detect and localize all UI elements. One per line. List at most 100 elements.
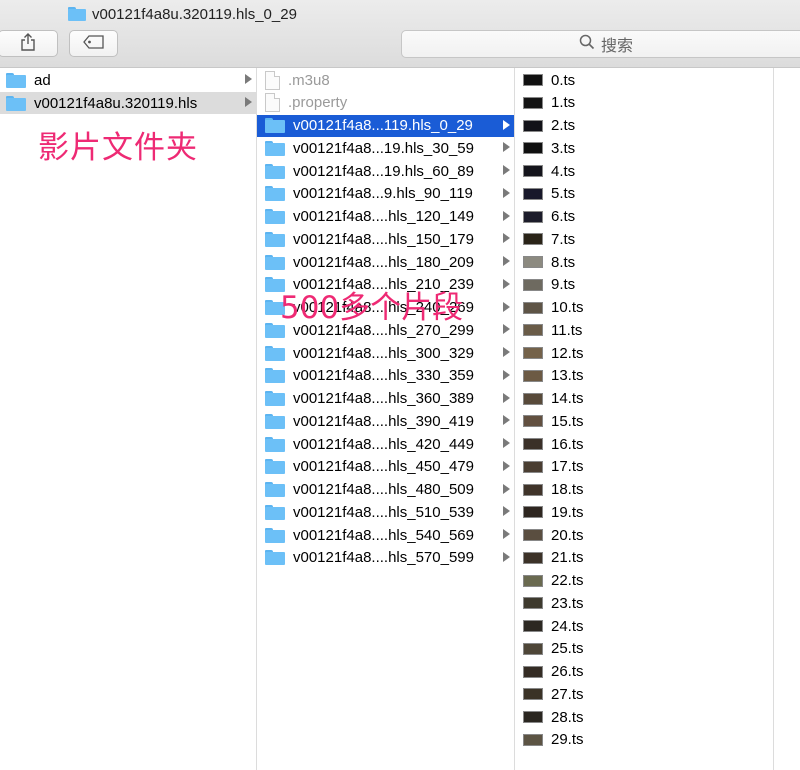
folder-row[interactable]: v00121f4a8....hls_360_389	[257, 388, 514, 410]
ts-file-row[interactable]: 20.ts	[515, 524, 773, 546]
file-label: 26.ts	[551, 663, 584, 680]
tag-button[interactable]	[69, 30, 118, 57]
ts-file-row[interactable]: 15.ts	[515, 410, 773, 432]
folder-row[interactable]: v00121f4a8...19.hls_30_59	[257, 137, 514, 159]
item-label: v00121f4a8...19.hls_60_89	[293, 162, 474, 180]
ts-file-row[interactable]: 21.ts	[515, 547, 773, 569]
video-thumbnail-icon	[523, 574, 543, 587]
file-label: 10.ts	[551, 299, 584, 316]
folder-icon	[265, 118, 285, 133]
ts-file-row[interactable]: 27.ts	[515, 683, 773, 705]
folder-icon	[265, 186, 285, 202]
ts-file-row[interactable]: 1.ts	[515, 92, 773, 114]
item-label: v00121f4a8....hls_570_599	[293, 549, 474, 567]
folder-row[interactable]: v00121f4a8....hls_180_209	[257, 251, 514, 273]
video-thumbnail-icon	[523, 142, 543, 155]
ts-file-row[interactable]: 23.ts	[515, 592, 773, 614]
file-label: 25.ts	[551, 640, 584, 658]
video-thumbnail-icon	[523, 483, 543, 496]
share-button[interactable]	[0, 30, 58, 57]
share-icon	[20, 32, 36, 55]
column-2[interactable]: .m3u8 .property v00121f4a8...119.hls_0_29v…	[257, 68, 515, 770]
item-label: v00121f4a8....hls_480_509	[293, 481, 474, 498]
file-label: 3.ts	[551, 139, 576, 157]
file-label: 7.ts	[551, 230, 576, 248]
ts-file-row[interactable]: 14.ts	[515, 388, 773, 410]
file-label: 14.ts	[551, 390, 584, 407]
ts-file-row[interactable]: 24.ts	[515, 615, 773, 637]
folder-row[interactable]: v00121f4a8....hls_570_599	[257, 547, 514, 569]
folder-icon	[265, 254, 285, 270]
ts-file-row[interactable]: 0.ts	[515, 69, 773, 91]
file-label: 17.ts	[551, 458, 584, 476]
column-1[interactable]: ad v00121f4a8u.320119.hls	[0, 68, 257, 770]
ts-file-row[interactable]: 13.ts	[515, 365, 773, 387]
folder-icon	[265, 163, 285, 179]
video-thumbnail-icon	[523, 438, 543, 450]
folder-row[interactable]: v00121f4a8...19.hls_60_89	[257, 160, 514, 182]
ts-file-row[interactable]: 9.ts	[515, 274, 773, 296]
ts-file-row[interactable]: 29.ts	[515, 729, 773, 751]
ts-file-row[interactable]: 16.ts	[515, 433, 773, 455]
file-row[interactable]: .property	[257, 92, 514, 114]
file-label: 27.ts	[551, 685, 584, 703]
folder-row-ad[interactable]: ad	[0, 69, 256, 91]
ts-file-row[interactable]: 12.ts	[515, 342, 773, 364]
item-label: v00121f4a8...19.hls_30_59	[293, 139, 474, 157]
folder-row[interactable]: v00121f4a8....hls_450_479	[257, 456, 514, 478]
folder-icon	[68, 7, 86, 21]
chevron-right-icon	[503, 415, 510, 426]
ts-file-row[interactable]: 19.ts	[515, 501, 773, 523]
ts-file-row[interactable]: 4.ts	[515, 160, 773, 182]
ts-file-row[interactable]: 8.ts	[515, 251, 773, 273]
ts-file-row[interactable]: 22.ts	[515, 570, 773, 592]
folder-row[interactable]: v00121f4a8....hls_480_509	[257, 479, 514, 501]
chevron-right-icon	[503, 460, 510, 471]
column-4[interactable]	[774, 68, 800, 770]
folder-row[interactable]: v00121f4a8....hls_300_329	[257, 342, 514, 364]
item-label: v00121f4a8....hls_450_479	[293, 458, 474, 476]
folder-row[interactable]: v00121f4a8....hls_330_359	[257, 365, 514, 387]
video-thumbnail-icon	[523, 711, 543, 723]
folder-label: v00121f4a8u.320119.hls	[34, 94, 198, 112]
ts-file-row[interactable]: 28.ts	[515, 706, 773, 728]
video-thumbnail-icon	[523, 96, 543, 109]
file-row[interactable]: .m3u8	[257, 69, 514, 91]
video-thumbnail-icon	[523, 165, 543, 177]
file-label: 29.ts	[551, 731, 584, 749]
folder-row[interactable]: v00121f4a8....hls_150_179	[257, 228, 514, 250]
ts-file-row[interactable]: 7.ts	[515, 228, 773, 250]
ts-file-row[interactable]: 2.ts	[515, 115, 773, 137]
window-title: v00121f4a8u.320119.hls_0_29	[68, 4, 297, 24]
file-icon	[265, 93, 280, 113]
video-thumbnail-icon	[523, 301, 543, 314]
ts-file-row[interactable]: 5.ts	[515, 183, 773, 205]
column-3[interactable]: 0.ts 1.ts 2.ts 3.ts 4.ts 5.ts 6.ts 7.ts 8.ts 9.ts…	[515, 68, 774, 770]
file-label: 6.ts	[551, 208, 576, 225]
ts-file-row[interactable]: 3.ts	[515, 137, 773, 159]
folder-row-hls[interactable]: v00121f4a8u.320119.hls	[0, 92, 256, 114]
chevron-right-icon	[245, 74, 252, 84]
folder-icon	[265, 413, 285, 429]
item-label: v00121f4a8....hls_150_179	[293, 230, 474, 248]
ts-file-row[interactable]: 18.ts	[515, 479, 773, 501]
folder-icon	[265, 436, 285, 452]
folder-row[interactable]: v00121f4a8....hls_420_449	[257, 433, 514, 455]
ts-file-row[interactable]: 11.ts	[515, 319, 773, 341]
chevron-right-icon	[503, 438, 510, 448]
folder-row[interactable]: v00121f4a8...9.hls_90_119	[257, 183, 514, 205]
ts-file-row[interactable]: 26.ts	[515, 661, 773, 683]
file-label: 13.ts	[551, 367, 584, 385]
file-label: 12.ts	[551, 344, 584, 362]
folder-row[interactable]: v00121f4a8....hls_120_149	[257, 206, 514, 228]
ts-file-row[interactable]: 17.ts	[515, 456, 773, 478]
ts-file-row[interactable]: 10.ts	[515, 297, 773, 319]
folder-row[interactable]: v00121f4a8...119.hls_0_29	[257, 114, 514, 137]
folder-row[interactable]: v00121f4a8....hls_510_539	[257, 501, 514, 523]
search-field[interactable]: 搜索	[401, 30, 800, 58]
folder-row[interactable]: v00121f4a8....hls_390_419	[257, 410, 514, 432]
ts-file-row[interactable]: 25.ts	[515, 638, 773, 660]
file-label: 11.ts	[551, 321, 583, 339]
folder-row[interactable]: v00121f4a8....hls_540_569	[257, 524, 514, 546]
ts-file-row[interactable]: 6.ts	[515, 206, 773, 228]
